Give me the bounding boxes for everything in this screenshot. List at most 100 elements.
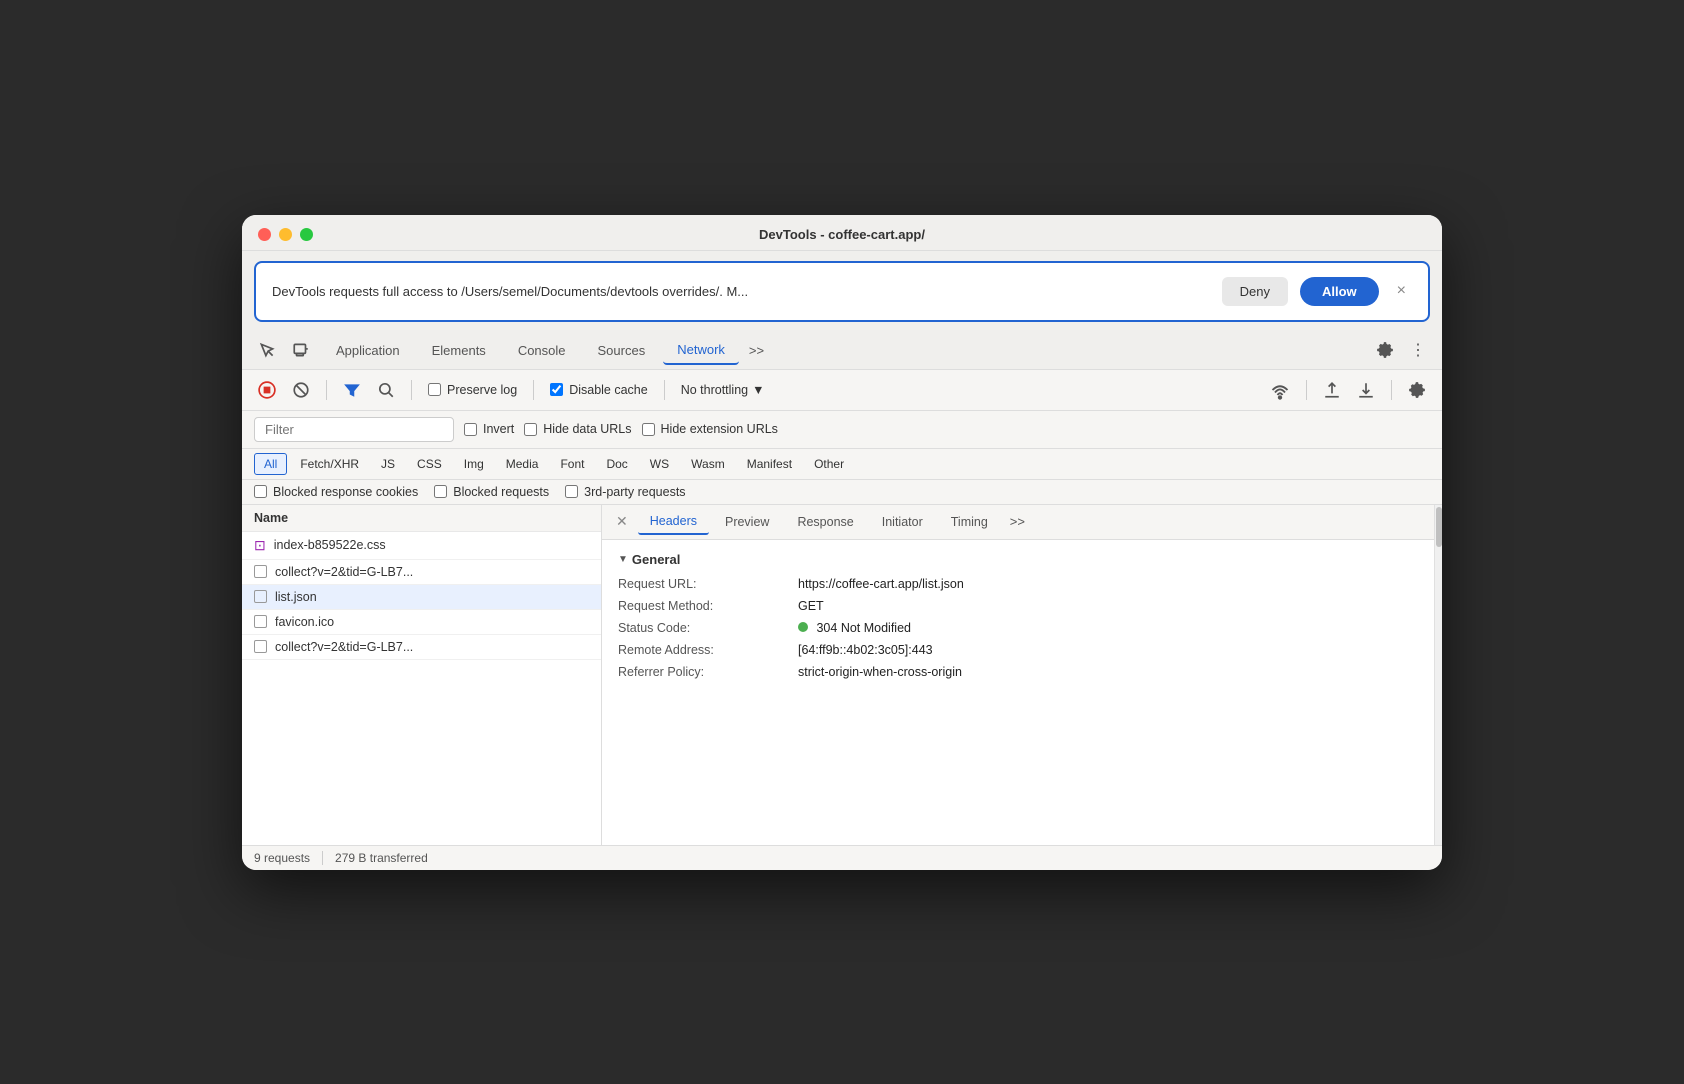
list-item[interactable]: ⊡ index-b859522e.css <box>242 532 601 560</box>
deny-button[interactable]: Deny <box>1222 277 1288 306</box>
blocked-requests-label[interactable]: Blocked requests <box>434 485 549 499</box>
type-btn-manifest[interactable]: Manifest <box>738 454 801 474</box>
css-file-icon: ⊡ <box>254 537 266 554</box>
scrollbar[interactable] <box>1434 505 1442 845</box>
type-btn-wasm[interactable]: Wasm <box>682 454 734 474</box>
separator-1 <box>326 380 327 400</box>
type-btn-font[interactable]: Font <box>551 454 593 474</box>
tab-sources[interactable]: Sources <box>584 337 660 364</box>
type-btn-fetchxhr[interactable]: Fetch/XHR <box>291 454 368 474</box>
window-title: DevTools - coffee-cart.app/ <box>759 227 925 242</box>
search-icon[interactable] <box>373 377 399 403</box>
more-detail-tabs-button[interactable]: >> <box>1004 510 1031 533</box>
invert-checkbox[interactable] <box>464 423 477 436</box>
main-toolbar: Application Elements Console Sources Net… <box>242 332 1442 370</box>
settings-icon[interactable] <box>1372 337 1398 363</box>
more-tabs-button[interactable]: >> <box>743 339 770 362</box>
type-btn-media[interactable]: Media <box>497 454 548 474</box>
request-checkbox <box>254 565 267 578</box>
request-name: list.json <box>275 590 317 604</box>
main-content: Name ⊡ index-b859522e.css collect?v=2&ti… <box>242 505 1442 845</box>
allow-button[interactable]: Allow <box>1300 277 1379 306</box>
list-item[interactable]: list.json <box>242 585 601 610</box>
request-name: collect?v=2&tid=G-LB7... <box>275 565 413 579</box>
type-filter-row: All Fetch/XHR JS CSS Img Media Font Doc … <box>242 449 1442 480</box>
preserve-cache-area: Preserve log Disable cache No throttling… <box>428 380 764 400</box>
type-btn-js[interactable]: JS <box>372 454 404 474</box>
more-options-icon[interactable]: ⋮ <box>1406 336 1430 364</box>
detail-label: Remote Address: <box>618 643 798 657</box>
list-item[interactable]: collect?v=2&tid=G-LB7... <box>242 560 601 585</box>
detail-label: Status Code: <box>618 621 798 635</box>
hide-data-urls-checkbox[interactable] <box>524 423 537 436</box>
general-section-title: ▼ General <box>618 552 1418 567</box>
hide-extension-urls-checkbox[interactable] <box>642 423 655 436</box>
detail-tab-initiator[interactable]: Initiator <box>870 510 935 534</box>
disable-cache-checkbox[interactable] <box>550 383 563 396</box>
request-name: favicon.ico <box>275 615 334 629</box>
request-name: index-b859522e.css <box>274 538 386 552</box>
list-item[interactable]: collect?v=2&tid=G-LB7... <box>242 635 601 660</box>
upload-icon[interactable] <box>1319 377 1345 403</box>
invert-label[interactable]: Invert <box>464 422 514 436</box>
tab-console[interactable]: Console <box>504 337 580 364</box>
network-toolbar: Preserve log Disable cache No throttling… <box>242 370 1442 411</box>
detail-row-status: Status Code: 304 Not Modified <box>618 621 1418 635</box>
blocked-row: Blocked response cookies Blocked request… <box>242 480 1442 505</box>
throttle-select[interactable]: No throttling ▼ <box>681 383 765 397</box>
permission-close-button[interactable]: × <box>1391 280 1412 302</box>
blocked-cookies-label[interactable]: Blocked response cookies <box>254 485 418 499</box>
type-btn-other[interactable]: Other <box>805 454 853 474</box>
cursor-icon[interactable] <box>254 337 280 363</box>
tab-application[interactable]: Application <box>322 337 414 364</box>
separator-3 <box>533 380 534 400</box>
preserve-log-label[interactable]: Preserve log <box>428 383 517 397</box>
detail-tab-preview[interactable]: Preview <box>713 510 781 534</box>
close-button[interactable] <box>258 228 271 241</box>
detail-label: Request URL: <box>618 577 798 591</box>
tab-list: Application Elements Console Sources Net… <box>322 336 1364 365</box>
tab-network[interactable]: Network <box>663 336 739 365</box>
detail-tab-response[interactable]: Response <box>785 510 865 534</box>
detail-close-button[interactable]: ✕ <box>610 511 634 532</box>
third-party-label[interactable]: 3rd-party requests <box>565 485 685 499</box>
transferred-size: 279 B transferred <box>335 851 428 865</box>
stop-recording-button[interactable] <box>254 377 280 403</box>
list-item[interactable]: favicon.ico <box>242 610 601 635</box>
type-btn-doc[interactable]: Doc <box>597 454 636 474</box>
hide-extension-urls-label[interactable]: Hide extension URLs <box>642 422 778 436</box>
tab-elements[interactable]: Elements <box>418 337 500 364</box>
statusbar: 9 requests 279 B transferred <box>242 845 1442 870</box>
titlebar: DevTools - coffee-cart.app/ <box>242 215 1442 251</box>
detail-tab-timing[interactable]: Timing <box>939 510 1000 534</box>
permission-bar: DevTools requests full access to /Users/… <box>254 261 1430 322</box>
separator-6 <box>1391 380 1392 400</box>
disable-cache-label[interactable]: Disable cache <box>550 383 648 397</box>
type-btn-all[interactable]: All <box>254 453 287 475</box>
type-btn-ws[interactable]: WS <box>641 454 678 474</box>
minimize-button[interactable] <box>279 228 292 241</box>
blocked-cookies-checkbox[interactable] <box>254 485 267 498</box>
type-btn-img[interactable]: Img <box>455 454 493 474</box>
detail-value: 304 Not Modified <box>798 621 1418 635</box>
filter-row: Invert Hide data URLs Hide extension URL… <box>242 411 1442 449</box>
preserve-log-checkbox[interactable] <box>428 383 441 396</box>
download-icon[interactable] <box>1353 377 1379 403</box>
request-list: Name ⊡ index-b859522e.css collect?v=2&ti… <box>242 505 602 845</box>
detail-tab-headers[interactable]: Headers <box>638 509 709 535</box>
wifi-icon[interactable] <box>1266 376 1294 404</box>
third-party-checkbox[interactable] <box>565 485 578 498</box>
device-icon[interactable] <box>288 337 314 363</box>
detail-content: ▼ General Request URL: https://coffee-ca… <box>602 540 1434 845</box>
detail-value: GET <box>798 599 1418 613</box>
toolbar-icons: ⋮ <box>1372 336 1430 364</box>
filter-input[interactable] <box>254 417 454 442</box>
filter-icon[interactable] <box>339 377 365 403</box>
network-settings-icon[interactable] <box>1404 377 1430 403</box>
maximize-button[interactable] <box>300 228 313 241</box>
blocked-requests-checkbox[interactable] <box>434 485 447 498</box>
hide-data-urls-label[interactable]: Hide data URLs <box>524 422 631 436</box>
scrollbar-thumb[interactable] <box>1436 507 1442 547</box>
clear-button[interactable] <box>288 377 314 403</box>
type-btn-css[interactable]: CSS <box>408 454 451 474</box>
